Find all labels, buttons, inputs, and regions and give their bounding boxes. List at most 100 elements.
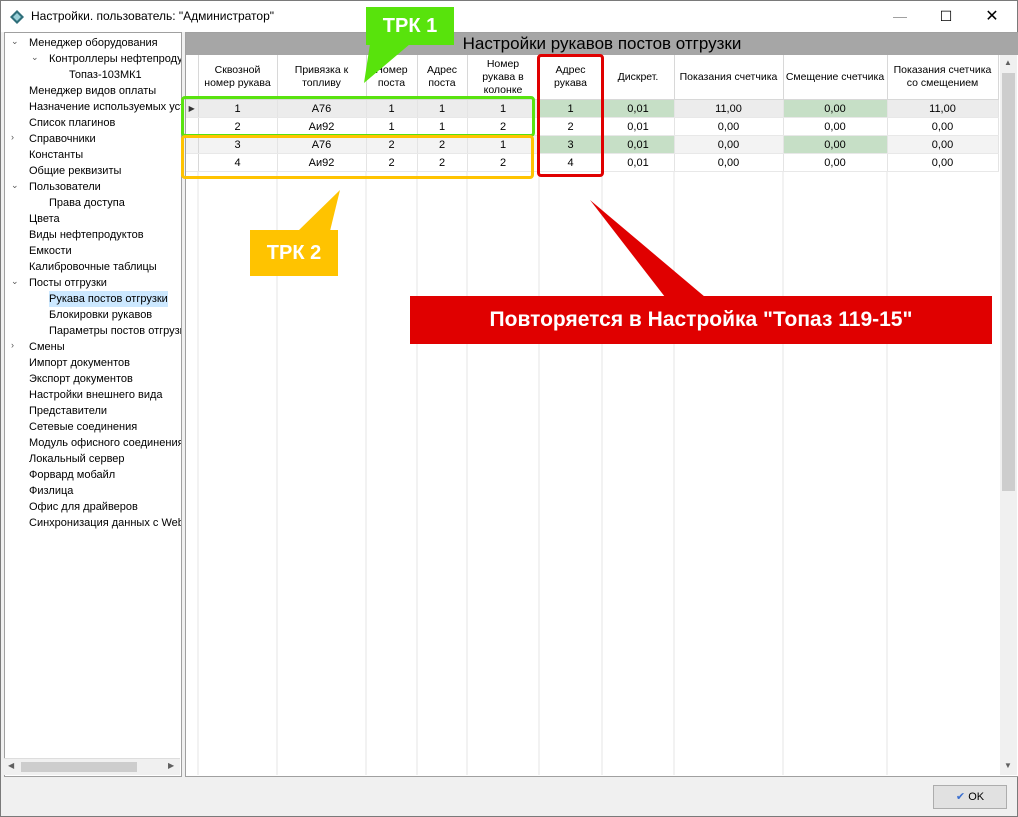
hose-address-highlight-box: [537, 54, 604, 177]
scroll-thumb[interactable]: [1002, 73, 1015, 491]
table-cell[interactable]: 0,01: [602, 117, 675, 136]
tree-item[interactable]: Назначение используемых устройств: [29, 99, 181, 115]
tree-item-label: Калибровочные таблицы: [29, 261, 157, 273]
tree-item[interactable]: Права доступа: [49, 195, 125, 211]
tree-item-label: Рукава постов отгрузки: [49, 293, 168, 305]
table-cell[interactable]: 0,01: [602, 99, 675, 118]
tree-item[interactable]: Блокировки рукавов: [49, 307, 152, 323]
tree-item[interactable]: Локальный сервер: [29, 451, 125, 467]
column-header[interactable]: Привязка к топливу: [277, 55, 367, 100]
tree-item[interactable]: Менеджер видов оплаты: [29, 83, 156, 99]
scroll-thumb[interactable]: [21, 762, 137, 772]
tree-item[interactable]: Физлица: [29, 483, 73, 499]
collapse-arrow-icon[interactable]: ⌄: [31, 49, 40, 65]
column-header[interactable]: Номер поста: [366, 55, 418, 100]
tree-item[interactable]: Емкости: [29, 243, 72, 259]
tree-item[interactable]: Виды нефтепродуктов: [29, 227, 144, 243]
expand-arrow-icon[interactable]: ›: [11, 337, 20, 353]
tree-item[interactable]: Калибровочные таблицы: [29, 259, 157, 275]
tree-item[interactable]: Справочники: [29, 131, 96, 147]
column-header[interactable]: Показания счетчика со смещением: [887, 55, 999, 100]
trk2-highlight-box: [181, 135, 534, 179]
tree-item[interactable]: Посты отгрузки: [29, 275, 107, 291]
collapse-arrow-icon[interactable]: ⌄: [11, 177, 20, 193]
tree-item-label: Модуль офисного соединения: [29, 437, 182, 449]
title-bar: Настройки. пользователь: "Администратор"…: [1, 1, 1017, 32]
tree-item-label: Экспорт документов: [29, 373, 133, 385]
tree-item[interactable]: Импорт документов: [29, 355, 130, 371]
tree-item[interactable]: Параметры постов отгрузки: [49, 323, 181, 339]
table-cell[interactable]: 0,00: [783, 135, 888, 154]
column-header[interactable]: Номер рукава в колонке: [467, 55, 540, 100]
tree-item[interactable]: Офис для драйверов: [29, 499, 138, 515]
tree-item[interactable]: Форвард мобайл: [29, 467, 115, 483]
tree-item-label: Менеджер оборудования: [29, 37, 158, 49]
tree-item[interactable]: Рукава постов отгрузки: [49, 291, 168, 307]
table-vertical-scrollbar[interactable]: ▲ ▼: [1000, 55, 1017, 775]
column-header[interactable]: Дискрет.: [602, 55, 675, 100]
collapse-arrow-icon[interactable]: ⌄: [11, 273, 20, 289]
tree-item[interactable]: Представители: [29, 403, 107, 419]
collapse-arrow-icon[interactable]: ⌄: [11, 33, 20, 49]
tree-item-label: Блокировки рукавов: [49, 309, 153, 321]
tree-item[interactable]: Модуль офисного соединения: [29, 435, 182, 451]
table-cell[interactable]: 0,00: [783, 117, 888, 136]
tree-item[interactable]: Пользователи: [29, 179, 101, 195]
minimize-button[interactable]: —: [877, 1, 923, 32]
tree-item-label: Контроллеры нефтепродуктов: [49, 53, 182, 65]
tree-item-label: Форвард мобайл: [29, 469, 116, 481]
column-header[interactable]: Смещение счетчика: [783, 55, 888, 100]
table-cell[interactable]: 0,00: [783, 153, 888, 172]
table-cell[interactable]: 0,01: [602, 135, 675, 154]
tree-item[interactable]: Цвета: [29, 211, 60, 227]
column-header[interactable]: Показания счетчика: [674, 55, 784, 100]
scroll-right-arrow-icon[interactable]: ▶: [168, 761, 174, 770]
tree-item[interactable]: Сетевые соединения: [29, 419, 137, 435]
scroll-down-arrow-icon[interactable]: ▼: [1004, 761, 1012, 770]
tree-item[interactable]: Синхронизация данных с Web: [29, 515, 182, 531]
scroll-up-arrow-icon[interactable]: ▲: [1004, 58, 1012, 67]
tree-item[interactable]: Смены: [29, 339, 65, 355]
ok-button-label: OK: [968, 791, 985, 803]
table-cell[interactable]: 11,00: [887, 99, 999, 118]
trk1-label: ТРК 1: [366, 7, 454, 45]
tree-item-label: Синхронизация данных с Web: [29, 517, 182, 529]
tree-horizontal-scrollbar[interactable]: ◀ ▶: [4, 758, 180, 775]
table-cell[interactable]: 0,00: [674, 117, 784, 136]
tree-item-label: Список плагинов: [29, 117, 116, 129]
repeat-callout: Повторяется в Настройка "Топаз 119-15": [410, 296, 992, 344]
column-header[interactable]: Адрес поста: [417, 55, 468, 100]
ok-button[interactable]: ✔ OK: [933, 785, 1007, 809]
trk1-highlight-box: [181, 96, 535, 137]
row-indicator-header: [186, 55, 199, 100]
tree-item-label: Настройки внешнего вида: [29, 389, 163, 401]
close-button[interactable]: ✕: [969, 1, 1015, 32]
tree-item[interactable]: Экспорт документов: [29, 371, 133, 387]
tree-item-label: Офис для драйверов: [29, 501, 138, 513]
column-header[interactable]: Сквозной номер рукава: [198, 55, 278, 100]
tree-item[interactable]: Менеджер оборудования: [29, 35, 158, 51]
table-cell[interactable]: 11,00: [674, 99, 784, 118]
table-cell[interactable]: 0,00: [674, 135, 784, 154]
tree-item-label: Пользователи: [29, 181, 101, 193]
tree-item[interactable]: Константы: [29, 147, 83, 163]
scroll-left-arrow-icon[interactable]: ◀: [8, 761, 14, 770]
table-cell[interactable]: 0,00: [674, 153, 784, 172]
tree-item[interactable]: Список плагинов: [29, 115, 115, 131]
maximize-button[interactable]: ☐: [923, 1, 969, 32]
tree-item[interactable]: Топаз-103МК1: [69, 67, 142, 83]
tree-item[interactable]: Контроллеры нефтепродуктов: [49, 51, 182, 67]
tree-item-label: Менеджер видов оплаты: [29, 85, 157, 97]
table-cell[interactable]: 0,00: [887, 153, 999, 172]
table-cell[interactable]: 0,00: [783, 99, 888, 118]
table-cell[interactable]: 0,01: [602, 153, 675, 172]
app-icon: [10, 10, 24, 24]
settings-tree[interactable]: ⌄ Менеджер оборудования ⌄ Контроллеры нефте…: [4, 32, 182, 777]
expand-arrow-icon[interactable]: ›: [11, 129, 20, 145]
table-cell[interactable]: 0,00: [887, 135, 999, 154]
tree-item[interactable]: Общие реквизиты: [29, 163, 121, 179]
tree-item-label: Емкости: [29, 245, 72, 257]
table-cell[interactable]: 0,00: [887, 117, 999, 136]
tree-item-label: Константы: [29, 149, 84, 161]
tree-item[interactable]: Настройки внешнего вида: [29, 387, 163, 403]
